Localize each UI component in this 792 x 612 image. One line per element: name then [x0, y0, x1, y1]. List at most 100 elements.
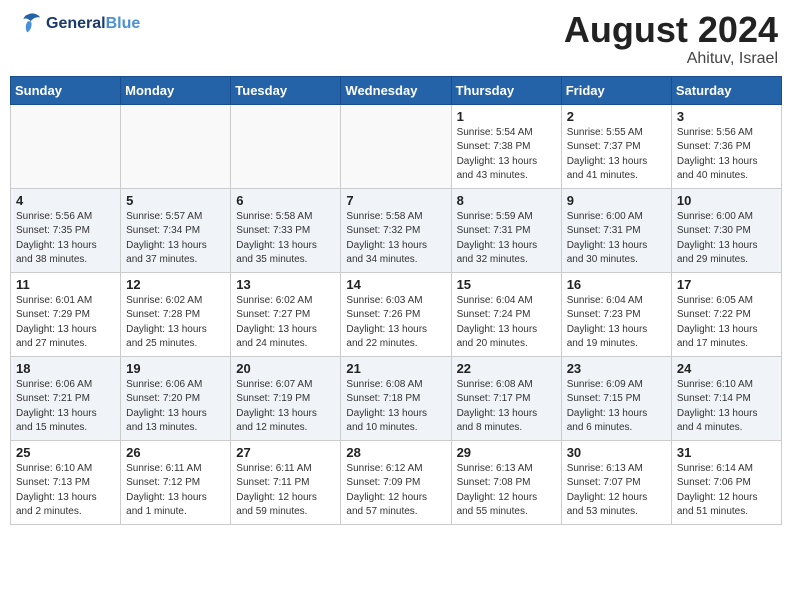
calendar-cell: 14Sunrise: 6:03 AM Sunset: 7:26 PM Dayli… [341, 272, 451, 356]
day-number: 30 [567, 445, 666, 460]
day-info: Sunrise: 6:08 AM Sunset: 7:17 PM Dayligh… [457, 378, 556, 436]
calendar-week-row: 25 Sunrise: 6:10 AM Sunset: 7:13 PM Dayli… [11, 440, 782, 524]
calendar-cell: 25 Sunrise: 6:10 AM Sunset: 7:13 PM Dayli… [11, 440, 121, 524]
day-number: 14 [346, 277, 445, 292]
calendar-header-tuesday: Tuesday [231, 76, 341, 104]
page-header: GeneralBlue August 2024 Ahituv, Israel [10, 10, 782, 68]
calendar-cell: 7 Sunrise: 5:58 AM Sunset: 7:32 PM Daylig… [341, 188, 451, 272]
calendar-cell: 16 Sunrise: 6:04 AM Sunset: 7:23 PM Dayli… [561, 272, 671, 356]
calendar-header-sunday: Sunday [11, 76, 121, 104]
day-number: 23 [567, 361, 666, 376]
calendar-cell: 23 Sunrise: 6:09 AM Sunset: 7:15 PM Dayli… [561, 356, 671, 440]
day-info: Sunrise: 6:14 AM Sunset: 7:06 PM Dayligh… [677, 462, 776, 520]
calendar-cell: 8 Sunrise: 5:59 AM Sunset: 7:31 PM Daylig… [451, 188, 561, 272]
day-info: Sunrise: 5:56 AM Sunset: 7:36 PM Dayligh… [677, 126, 776, 184]
day-number: 15 [457, 277, 556, 292]
day-info: Sunrise: 6:06 AM Sunset: 7:21 PM Dayligh… [16, 378, 115, 436]
day-info: Sunrise: 6:08 AM Sunset: 7:18 PM Dayligh… [346, 378, 445, 436]
calendar-cell: 10 Sunrise: 6:00 AM Sunset: 7:30 PM Dayli… [671, 188, 781, 272]
calendar-week-row: 1 Sunrise: 5:54 AM Sunset: 7:38 PM Daylig… [11, 104, 782, 188]
calendar-cell: 26 Sunrise: 6:11 AM Sunset: 7:12 PM Dayli… [121, 440, 231, 524]
day-info: Sunrise: 5:57 AM Sunset: 7:34 PM Dayligh… [126, 210, 225, 268]
day-number: 17 [677, 277, 776, 292]
calendar-table: SundayMondayTuesdayWednesdayThursdayFrid… [10, 76, 782, 525]
calendar-week-row: 11Sunrise: 6:01 AM Sunset: 7:29 PM Dayli… [11, 272, 782, 356]
day-number: 5 [126, 193, 225, 208]
calendar-cell: 9Sunrise: 6:00 AM Sunset: 7:31 PM Daylig… [561, 188, 671, 272]
calendar-cell: 12 Sunrise: 6:02 AM Sunset: 7:28 PM Dayli… [121, 272, 231, 356]
calendar-header-wednesday: Wednesday [341, 76, 451, 104]
day-info: Sunrise: 6:10 AM Sunset: 7:14 PM Dayligh… [677, 378, 776, 436]
calendar-cell: 5 Sunrise: 5:57 AM Sunset: 7:34 PM Daylig… [121, 188, 231, 272]
calendar-cell: 31 Sunrise: 6:14 AM Sunset: 7:06 PM Dayli… [671, 440, 781, 524]
logo: GeneralBlue [14, 10, 140, 38]
calendar-cell [341, 104, 451, 188]
day-number: 25 [16, 445, 115, 460]
calendar-header-monday: Monday [121, 76, 231, 104]
calendar-cell [121, 104, 231, 188]
day-info: Sunrise: 5:59 AM Sunset: 7:31 PM Dayligh… [457, 210, 556, 268]
day-number: 7 [346, 193, 445, 208]
day-number: 1 [457, 109, 556, 124]
day-info: Sunrise: 6:11 AM Sunset: 7:12 PM Dayligh… [126, 462, 225, 520]
day-number: 2 [567, 109, 666, 124]
day-info: Sunrise: 6:13 AM Sunset: 7:08 PM Dayligh… [457, 462, 556, 520]
calendar-header-friday: Friday [561, 76, 671, 104]
calendar-cell [231, 104, 341, 188]
day-number: 11 [16, 277, 115, 292]
day-number: 18 [16, 361, 115, 376]
day-info: Sunrise: 6:10 AM Sunset: 7:13 PM Dayligh… [16, 462, 115, 520]
calendar-cell: 30 Sunrise: 6:13 AM Sunset: 7:07 PM Dayli… [561, 440, 671, 524]
day-number: 10 [677, 193, 776, 208]
calendar-cell: 21 Sunrise: 6:08 AM Sunset: 7:18 PM Dayli… [341, 356, 451, 440]
calendar-header-thursday: Thursday [451, 76, 561, 104]
calendar-week-row: 18 Sunrise: 6:06 AM Sunset: 7:21 PM Dayli… [11, 356, 782, 440]
day-number: 31 [677, 445, 776, 460]
calendar-cell: 27Sunrise: 6:11 AM Sunset: 7:11 PM Dayli… [231, 440, 341, 524]
day-info: Sunrise: 6:06 AM Sunset: 7:20 PM Dayligh… [126, 378, 225, 436]
day-info: Sunrise: 6:13 AM Sunset: 7:07 PM Dayligh… [567, 462, 666, 520]
day-info: Sunrise: 5:54 AM Sunset: 7:38 PM Dayligh… [457, 126, 556, 184]
day-number: 4 [16, 193, 115, 208]
day-info: Sunrise: 6:11 AM Sunset: 7:11 PM Dayligh… [236, 462, 335, 520]
day-info: Sunrise: 6:00 AM Sunset: 7:31 PM Dayligh… [567, 210, 666, 268]
day-info: Sunrise: 6:04 AM Sunset: 7:24 PM Dayligh… [457, 294, 556, 352]
day-info: Sunrise: 6:12 AM Sunset: 7:09 PM Dayligh… [346, 462, 445, 520]
day-info: Sunrise: 6:02 AM Sunset: 7:28 PM Dayligh… [126, 294, 225, 352]
day-number: 21 [346, 361, 445, 376]
day-info: Sunrise: 5:56 AM Sunset: 7:35 PM Dayligh… [16, 210, 115, 268]
logo-icon [14, 10, 42, 38]
calendar-cell: 6 Sunrise: 5:58 AM Sunset: 7:33 PM Daylig… [231, 188, 341, 272]
day-number: 22 [457, 361, 556, 376]
day-info: Sunrise: 5:55 AM Sunset: 7:37 PM Dayligh… [567, 126, 666, 184]
day-number: 12 [126, 277, 225, 292]
calendar-cell: 24Sunrise: 6:10 AM Sunset: 7:14 PM Dayli… [671, 356, 781, 440]
calendar-cell: 18 Sunrise: 6:06 AM Sunset: 7:21 PM Dayli… [11, 356, 121, 440]
calendar-cell: 22 Sunrise: 6:08 AM Sunset: 7:17 PM Dayli… [451, 356, 561, 440]
day-number: 6 [236, 193, 335, 208]
calendar-header-row: SundayMondayTuesdayWednesdayThursdayFrid… [11, 76, 782, 104]
day-info: Sunrise: 6:09 AM Sunset: 7:15 PM Dayligh… [567, 378, 666, 436]
calendar-cell: 4 Sunrise: 5:56 AM Sunset: 7:35 PM Daylig… [11, 188, 121, 272]
calendar-cell: 20 Sunrise: 6:07 AM Sunset: 7:19 PM Dayli… [231, 356, 341, 440]
day-info: Sunrise: 6:07 AM Sunset: 7:19 PM Dayligh… [236, 378, 335, 436]
day-number: 16 [567, 277, 666, 292]
calendar-cell: 11Sunrise: 6:01 AM Sunset: 7:29 PM Dayli… [11, 272, 121, 356]
day-number: 20 [236, 361, 335, 376]
calendar-cell [11, 104, 121, 188]
month-year-title: August 2024 [564, 10, 778, 50]
calendar-week-row: 4 Sunrise: 5:56 AM Sunset: 7:35 PM Daylig… [11, 188, 782, 272]
day-info: Sunrise: 5:58 AM Sunset: 7:32 PM Dayligh… [346, 210, 445, 268]
calendar-header-saturday: Saturday [671, 76, 781, 104]
logo-text: GeneralBlue [46, 15, 140, 33]
day-number: 8 [457, 193, 556, 208]
calendar-cell: 1 Sunrise: 5:54 AM Sunset: 7:38 PM Daylig… [451, 104, 561, 188]
day-info: Sunrise: 5:58 AM Sunset: 7:33 PM Dayligh… [236, 210, 335, 268]
day-info: Sunrise: 6:00 AM Sunset: 7:30 PM Dayligh… [677, 210, 776, 268]
day-number: 26 [126, 445, 225, 460]
calendar-cell: 17 Sunrise: 6:05 AM Sunset: 7:22 PM Dayli… [671, 272, 781, 356]
day-info: Sunrise: 6:02 AM Sunset: 7:27 PM Dayligh… [236, 294, 335, 352]
day-info: Sunrise: 6:04 AM Sunset: 7:23 PM Dayligh… [567, 294, 666, 352]
day-number: 19 [126, 361, 225, 376]
day-info: Sunrise: 6:05 AM Sunset: 7:22 PM Dayligh… [677, 294, 776, 352]
